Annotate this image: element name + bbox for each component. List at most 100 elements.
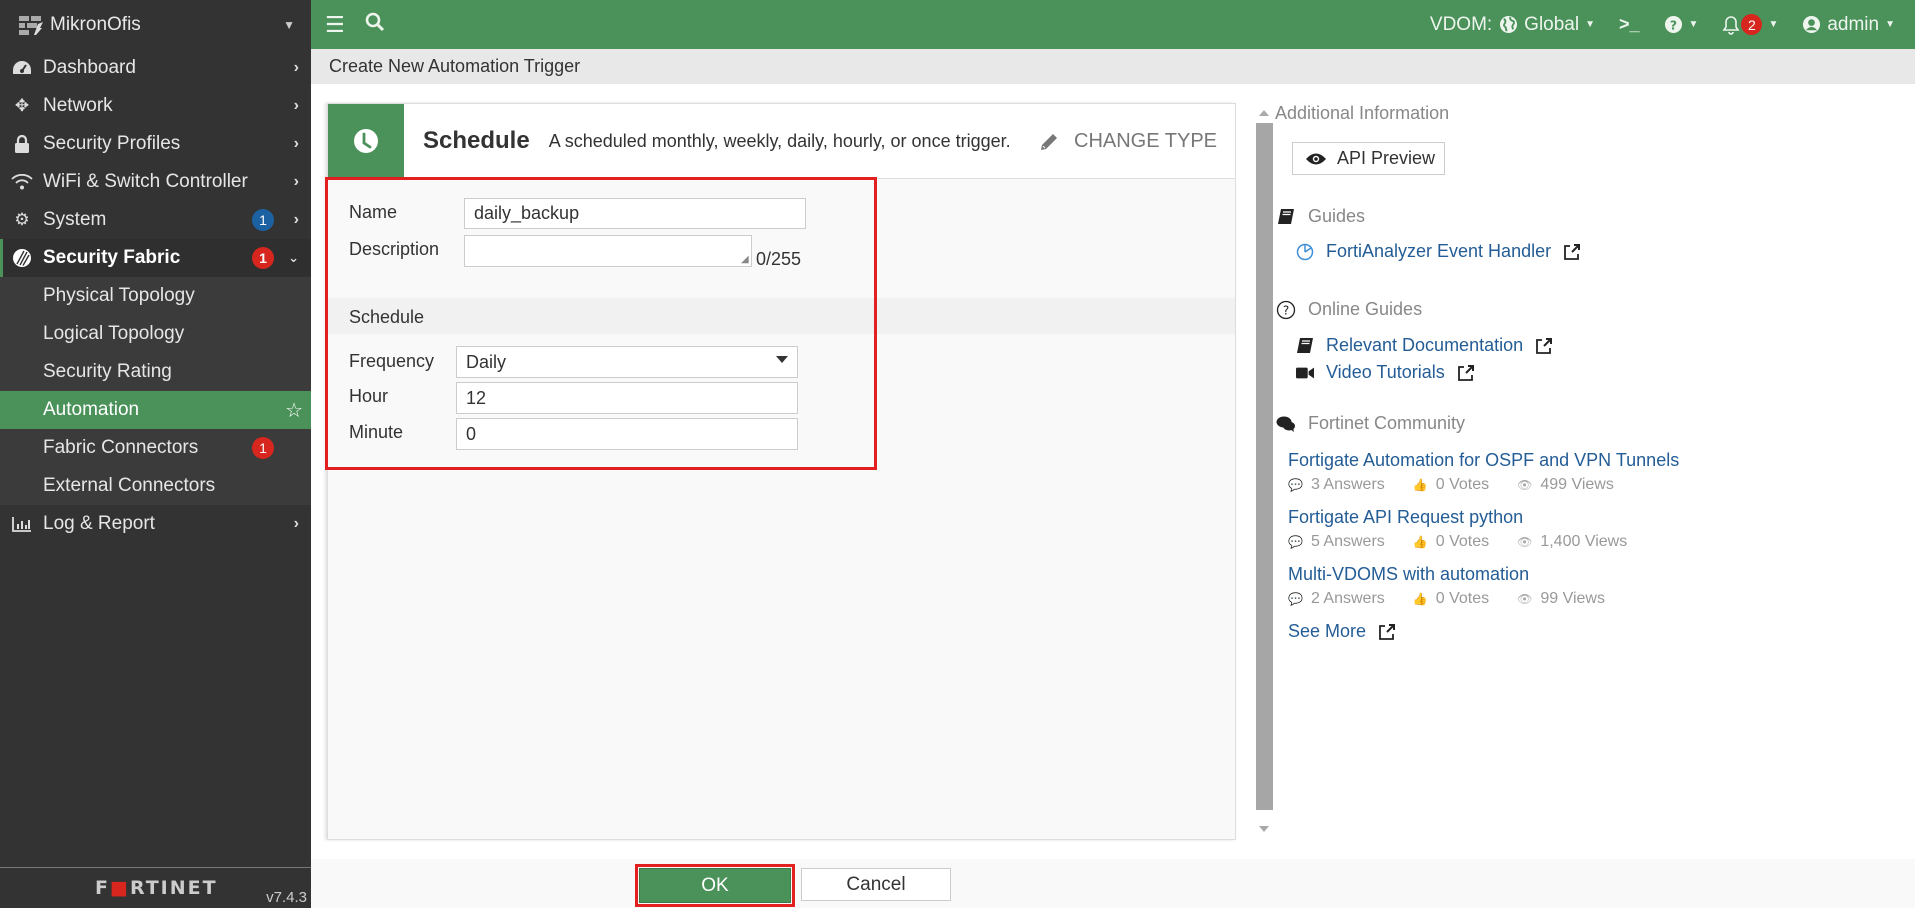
external-link-icon (1378, 623, 1396, 641)
pencil-icon (1038, 131, 1060, 153)
sidebar-item-external-connectors[interactable]: External Connectors (0, 467, 311, 505)
notification-badge: 1 (252, 437, 274, 459)
help-menu[interactable]: ? ▼ (1664, 15, 1699, 34)
comments-icon (1276, 416, 1296, 432)
sidebar-item-automation[interactable]: Automation ☆ (0, 391, 311, 429)
chevron-right-icon: › (293, 515, 299, 532)
sidebar-item-logical-topology[interactable]: Logical Topology (0, 315, 311, 353)
minute-input[interactable]: 0 (456, 418, 798, 450)
name-label: Name (349, 202, 398, 222)
name-input[interactable]: daily_backup (464, 198, 806, 229)
community-title: Fortinet Community (1308, 413, 1466, 433)
online-guide-link-video-tutorials[interactable]: Video Tutorials (1296, 362, 1475, 383)
see-more-label: See More (1288, 621, 1367, 641)
sidebar-item-system[interactable]: ⚙ System 1 › (0, 201, 311, 239)
community-post-link[interactable]: Fortigate API Request python (1288, 507, 1523, 528)
sidebar-item-label: Automation (43, 399, 140, 420)
hour-label: Hour (349, 386, 389, 406)
sidebar-item-label: Fabric Connectors (43, 437, 199, 458)
version-label: v7.4.3 (266, 889, 307, 906)
cancel-button[interactable]: Cancel (801, 868, 951, 901)
sidebar-item-network[interactable]: ✥ Network › (0, 87, 311, 125)
views-count: 99 Views (1540, 590, 1605, 607)
cli-console-button[interactable]: >_ (1619, 14, 1640, 35)
sidebar-item-label: Security Fabric (43, 247, 181, 268)
sidebar-item-label: Physical Topology (43, 285, 195, 306)
description-textarea[interactable] (464, 235, 752, 267)
chevron-right-icon: › (293, 97, 299, 114)
vdom-selector[interactable]: VDOM: Global ▼ (1430, 14, 1595, 36)
online-guides-section-header: ? Online Guides (1276, 299, 1422, 320)
chevron-right-icon: › (293, 59, 299, 76)
ok-button[interactable]: OK (639, 868, 791, 903)
globe-icon (1499, 15, 1518, 34)
guides-section-header: Guides (1276, 206, 1365, 227)
caret-down-icon: ▼ (1885, 19, 1895, 30)
eye-icon: 👁 (1517, 478, 1533, 492)
search-icon[interactable] (365, 12, 385, 38)
svg-text:?: ? (1669, 18, 1676, 32)
chevron-down-icon: ⌄ (288, 250, 299, 265)
community-post-link[interactable]: Multi-VDOMS with automation (1288, 564, 1529, 585)
minute-label: Minute (349, 422, 404, 442)
scrollbar-thumb[interactable] (1256, 123, 1273, 810)
guide-link-fortianalyzer[interactable]: FortiAnalyzer Event Handler (1296, 241, 1581, 262)
caret-down-icon: ▼ (1585, 19, 1595, 30)
views-count: 499 Views (1540, 476, 1614, 493)
trigger-type-description: A scheduled monthly, weekly, daily, hour… (548, 130, 1011, 151)
see-more-link[interactable]: See More (1288, 621, 1396, 642)
scroll-down-arrow-icon[interactable] (1259, 826, 1269, 832)
scroll-up-arrow-icon[interactable] (1259, 110, 1269, 116)
trigger-type-header: Schedule A scheduled monthly, weekly, da… (328, 103, 1235, 179)
firewall-logo-icon (18, 14, 44, 36)
security-fabric-icon (11, 248, 33, 268)
gear-icon: ⚙ (14, 210, 30, 229)
chevron-right-icon: › (293, 135, 299, 152)
user-avatar-icon (1802, 15, 1821, 34)
page-title: Create New Automation Trigger (311, 49, 1915, 84)
sidebar-item-physical-topology[interactable]: Physical Topology (0, 277, 311, 315)
help-icon: ? (1664, 15, 1683, 34)
eye-icon: 👁 (1517, 535, 1533, 549)
vdom-value: Global (1524, 13, 1580, 35)
api-preview-button[interactable]: API Preview (1292, 142, 1445, 175)
notifications-menu[interactable]: 2 ▼ (1722, 14, 1778, 35)
fortianalyzer-icon (1296, 243, 1314, 261)
thumbs-up-icon: 👍 (1412, 535, 1428, 549)
chevron-right-icon: › (293, 173, 299, 190)
sidebar: MikronOfis ▼ Dashboard › ✥ Network › Sec… (0, 0, 311, 908)
video-camera-icon (1296, 366, 1314, 380)
sidebar-item-wifi-switch[interactable]: WiFi & Switch Controller › (0, 163, 311, 201)
change-type-button[interactable]: CHANGE TYPE (1038, 104, 1217, 179)
online-guide-label: Video Tutorials (1326, 362, 1445, 382)
dashboard-icon (11, 60, 33, 76)
frequency-select[interactable]: Daily (456, 346, 798, 378)
api-preview-label: API Preview (1337, 148, 1436, 168)
comment-icon: 💬 (1288, 478, 1303, 492)
form-footer: OK Cancel (311, 859, 1915, 908)
votes-count: 0 Votes (1435, 590, 1490, 607)
sidebar-item-security-fabric[interactable]: Security Fabric 1 ⌄ (0, 239, 311, 277)
community-post-link[interactable]: Fortigate Automation for OSPF and VPN Tu… (1288, 450, 1679, 471)
username: admin (1827, 13, 1880, 35)
community-post-meta: 💬 2 Answers 👍 0 Votes 👁 99 Views (1288, 590, 1633, 608)
user-menu[interactable]: admin ▼ (1802, 14, 1895, 36)
hour-input[interactable]: 12 (456, 382, 798, 414)
online-guide-link-documentation[interactable]: Relevant Documentation (1296, 335, 1553, 356)
sidebar-item-log-report[interactable]: Log & Report › (0, 505, 311, 543)
sidebar-item-security-profiles[interactable]: Security Profiles › (0, 125, 311, 163)
device-selector[interactable]: MikronOfis ▼ (0, 0, 311, 49)
sidebar-item-dashboard[interactable]: Dashboard › (0, 49, 311, 87)
sidebar-item-fabric-connectors[interactable]: Fabric Connectors 1 (0, 429, 311, 467)
terminal-icon: >_ (1619, 14, 1640, 34)
guide-link-label: FortiAnalyzer Event Handler (1326, 241, 1552, 261)
sidebar-item-security-rating[interactable]: Security Rating (0, 353, 311, 391)
additional-info-panel: Additional Information API Preview Guide… (1256, 84, 1915, 844)
caret-down-icon: ▼ (1688, 19, 1699, 30)
book-icon (1276, 208, 1296, 226)
star-icon[interactable]: ☆ (285, 398, 303, 423)
thumbs-up-icon: 👍 (1412, 592, 1428, 606)
description-char-counter: 0/255 (756, 249, 802, 269)
hamburger-menu-icon[interactable]: ☰ (325, 12, 345, 38)
sidebar-footer: F■RTINET v7.4.3 (0, 867, 311, 908)
